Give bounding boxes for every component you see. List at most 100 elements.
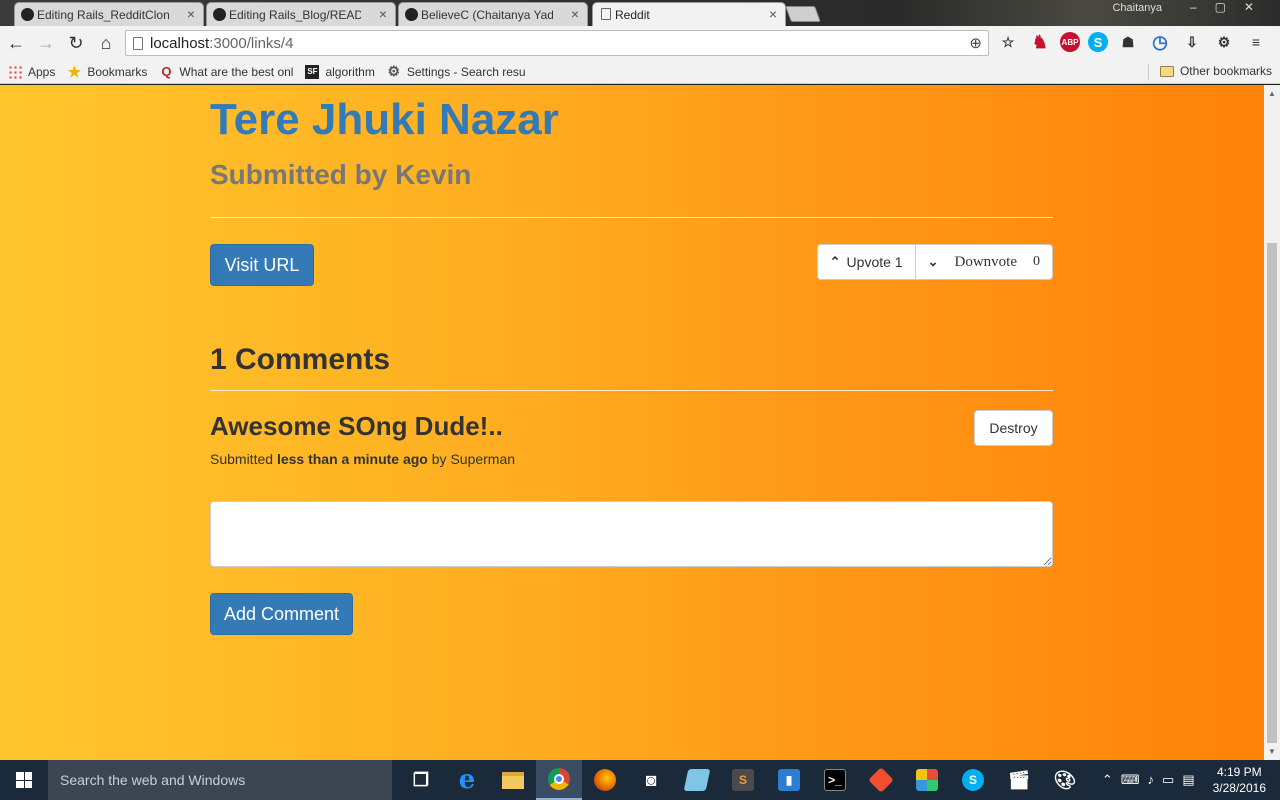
tab-editing-redditclone[interactable]: Editing Rails_RedditClone × — [14, 2, 204, 26]
file-explorer-icon[interactable] — [490, 760, 536, 800]
tab-title: BelieveC (Chaitanya Yaday — [421, 7, 553, 22]
tab-editing-blog-readme[interactable]: Editing Rails_Blog/READM × — [206, 2, 396, 26]
home-icon[interactable]: ⌂ — [92, 29, 120, 57]
skype-icon[interactable]: S — [1088, 32, 1108, 52]
destroy-comment-button[interactable]: Destroy — [974, 410, 1053, 446]
tab-strip: Editing Rails_RedditClone × Editing Rail… — [0, 0, 1280, 26]
downvote-label: Downvote — [954, 253, 1018, 270]
windows-logo-icon — [16, 772, 32, 788]
add-comment-button[interactable]: Add Comment — [210, 593, 353, 635]
video-editor-icon[interactable]: 🎬︎ — [996, 760, 1042, 800]
comment-time: less than a minute ago — [276, 451, 428, 467]
bookmark-label: Apps — [28, 64, 56, 79]
bookmark-label: Settings - Search resu — [406, 64, 526, 79]
settings-gear-icon[interactable]: ⚙ — [1212, 30, 1236, 54]
comment-meta: Submitted less than a minute ago by Supe… — [210, 451, 515, 467]
window-controls[interactable]: –▢✕ — [1190, 0, 1272, 14]
start-button[interactable] — [0, 760, 48, 800]
scroll-down-icon[interactable]: ▼ — [1268, 747, 1276, 756]
edge-icon[interactable]: e — [444, 760, 490, 800]
bookmark-apps[interactable]: Apps — [8, 64, 56, 79]
visit-url-button[interactable]: Visit URL — [210, 244, 314, 286]
bookmark-star-icon[interactable]: ☆ — [996, 30, 1020, 54]
clock[interactable]: 4:19 PM 3/28/2016 — [1213, 764, 1266, 796]
bookmarks-bar: Apps ★ Bookmarks Q What are the best onl… — [0, 60, 1280, 84]
history-icon[interactable]: ◷ — [1148, 30, 1172, 54]
download-icon[interactable]: ⇩ — [1180, 30, 1204, 54]
taskbar-apps: ❐ e ◙ S ▮ >_ S 🎬︎ 🎨︎ — [398, 760, 1088, 800]
bookmark-label: What are the best onl — [179, 64, 294, 79]
chevron-down-icon: ⌄ — [927, 254, 939, 269]
firefox-icon[interactable] — [582, 760, 628, 800]
profile-name[interactable]: Chaitanya — [1112, 2, 1162, 14]
downvote-button[interactable]: ⌄ Downvote 0 — [914, 245, 1052, 279]
close-tab-icon[interactable]: × — [769, 6, 777, 22]
upvote-label: Upvote 1 — [846, 254, 903, 270]
other-bookmarks[interactable]: Other bookmarks — [1159, 64, 1272, 78]
downvote-count: 0 — [1033, 254, 1040, 269]
taskbar-search[interactable]: Search the web and Windows — [48, 760, 392, 800]
close-tab-icon[interactable]: × — [379, 6, 387, 22]
close-tab-icon[interactable]: × — [187, 6, 195, 22]
bookmark-bookmarks[interactable]: ★ Bookmarks — [67, 63, 148, 81]
page-scrollbar[interactable]: ▲ ▼ — [1264, 85, 1280, 760]
quora-icon: Q — [161, 64, 172, 79]
camera-icon[interactable]: ◙ — [628, 760, 674, 800]
bookmark-label: algorithm — [325, 64, 375, 79]
notes-icon[interactable] — [674, 760, 720, 800]
comment-textarea[interactable] — [210, 501, 1053, 567]
comment-author: by Superman — [431, 451, 516, 467]
git-icon[interactable] — [858, 760, 904, 800]
menu-icon[interactable]: ≡ — [1244, 30, 1268, 54]
github-icon — [213, 8, 226, 21]
store-icon[interactable]: ▮ — [766, 760, 812, 800]
tab-reddit[interactable]: Reddit × — [592, 2, 786, 26]
scroll-up-icon[interactable]: ▲ — [1268, 89, 1276, 98]
address-bar[interactable]: localhost:3000/links/4 ⊕ — [125, 30, 989, 56]
folder-icon — [1159, 65, 1174, 77]
link-title: Tere Jhuki Nazar — [210, 95, 559, 144]
vote-button-group: ⌃ Upvote 1 ⌄ Downvote 0 — [816, 244, 1053, 280]
rails-extension-icon[interactable]: ♞ — [1028, 30, 1052, 54]
gear-icon: ⚙ — [387, 63, 401, 79]
skype-taskbar-icon[interactable]: S — [950, 760, 996, 800]
sublime-text-icon[interactable]: S — [720, 760, 766, 800]
chrome-icon[interactable] — [536, 760, 582, 800]
forward-icon[interactable]: → — [32, 29, 60, 57]
bookmark-algorithm[interactable]: SF algorithm — [305, 64, 375, 79]
paint-icon[interactable]: 🎨︎ — [1042, 760, 1088, 800]
comment-body: Awesome SOng Dude!.. — [210, 411, 503, 441]
close-tab-icon[interactable]: × — [571, 6, 579, 22]
zoom-icon[interactable]: ⊕ — [969, 34, 982, 52]
page-viewport: Tere Jhuki Nazar Submitted by Kevin Visi… — [0, 85, 1264, 760]
task-view-icon[interactable]: ❐ — [398, 760, 444, 800]
office-icon[interactable] — [904, 760, 950, 800]
comments-heading: 1 Comments — [210, 343, 391, 376]
bookmark-quora[interactable]: Q What are the best onl — [159, 64, 294, 79]
adblock-plus-icon[interactable]: ABP — [1060, 32, 1080, 52]
divider — [210, 217, 1053, 218]
terminal-icon[interactable]: >_ — [812, 760, 858, 800]
windows-taskbar: Search the web and Windows ❐ e ◙ S ▮ >_ … — [0, 760, 1280, 800]
github-icon — [21, 8, 34, 21]
new-tab-button[interactable] — [785, 6, 821, 22]
github-icon — [405, 8, 418, 21]
extension-badge-icon[interactable]: ☗ — [1116, 30, 1140, 54]
reload-icon[interactable]: ↻ — [62, 29, 90, 57]
browser-toolbar: ← → ↻ ⌂ localhost:3000/links/4 ⊕ ☆ ♞ ABP… — [0, 26, 1280, 60]
clock-date: 3/28/2016 — [1212, 781, 1266, 795]
tab-believec-profile[interactable]: BelieveC (Chaitanya Yaday × — [398, 2, 588, 26]
tray-icons[interactable]: ⌃⌨♪▭▤ — [1102, 772, 1203, 788]
apps-icon — [8, 64, 22, 79]
system-tray: ⌃⌨♪▭▤ 4:19 PM 3/28/2016 — [1102, 760, 1280, 800]
scrollbar-thumb[interactable] — [1267, 243, 1277, 743]
extension-icons: ☆ ♞ ABP S ☗ ◷ ⇩ ⚙ ≡ — [996, 30, 1268, 54]
url-host: localhost — [150, 34, 210, 52]
clock-time: 4:19 PM — [1216, 765, 1262, 779]
upvote-button[interactable]: ⌃ Upvote 1 — [818, 245, 915, 279]
divider — [210, 390, 1053, 391]
page-icon — [133, 37, 143, 50]
bookmark-settings[interactable]: ⚙ Settings - Search resu — [387, 63, 526, 79]
star-icon: ★ — [67, 63, 82, 81]
back-icon[interactable]: ← — [2, 29, 30, 57]
